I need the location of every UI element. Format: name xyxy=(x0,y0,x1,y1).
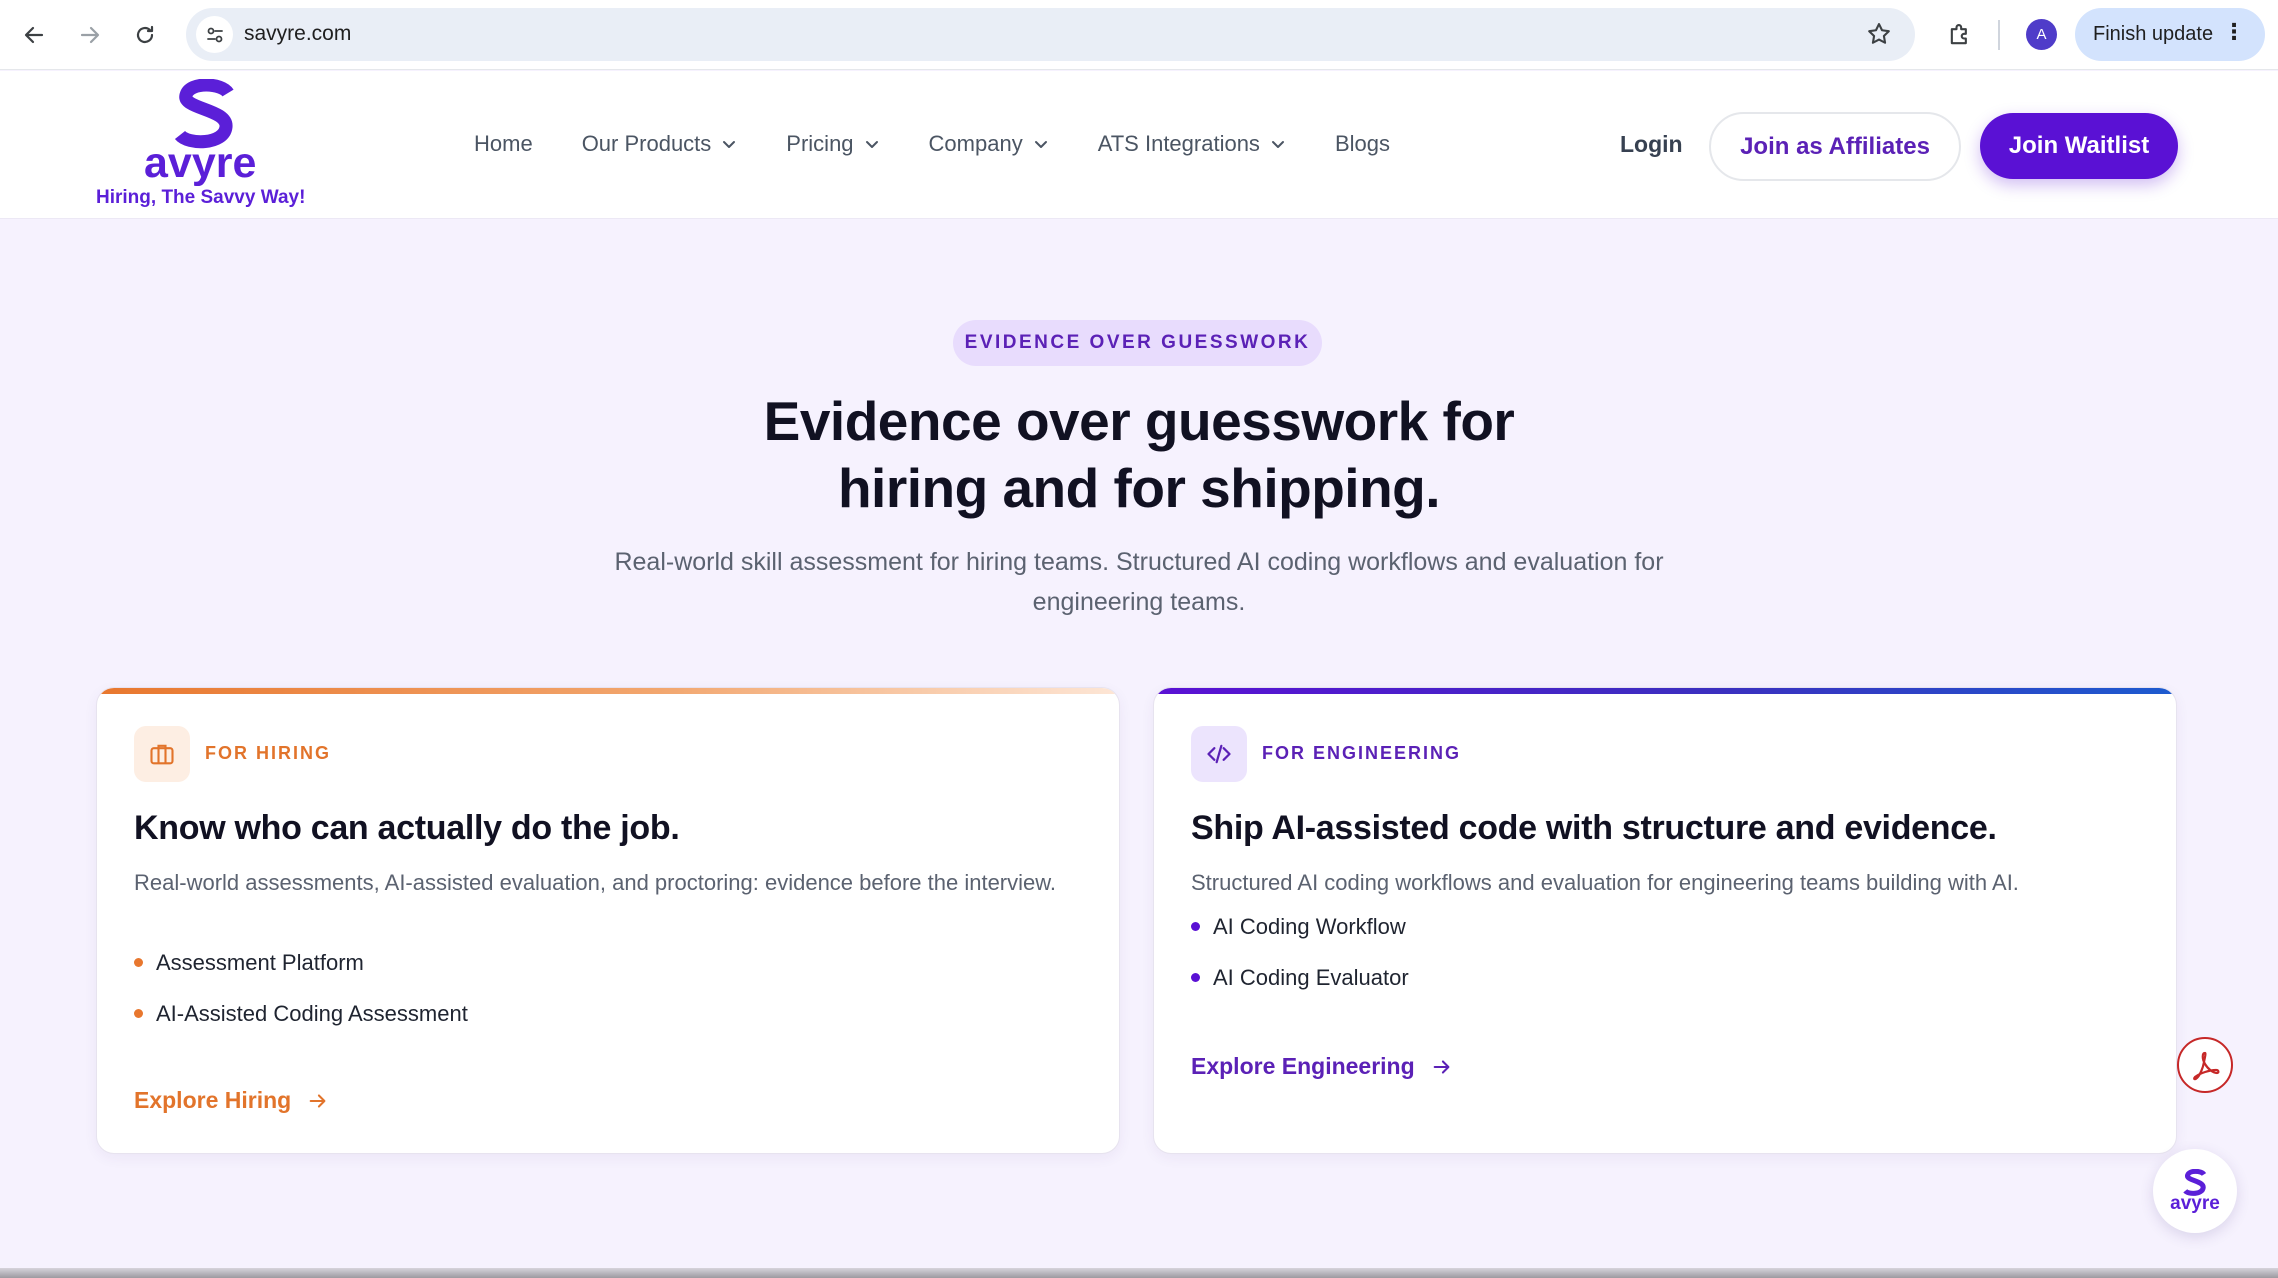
back-button[interactable] xyxy=(14,15,54,55)
chevron-down-icon xyxy=(723,141,736,148)
profile-avatar[interactable]: A xyxy=(2026,19,2057,50)
nav-our-products[interactable]: Our Products xyxy=(582,131,738,157)
nav-our-products-label: Our Products xyxy=(581,131,712,156)
window-bottom-edge xyxy=(0,1268,2278,1278)
join-affiliates-button[interactable]: Join as Affiliates xyxy=(1709,112,1961,181)
pdf-icon xyxy=(2193,1051,2220,1081)
url-text[interactable]: savyre.com xyxy=(244,22,351,46)
site-header: avyre Hiring, The Savvy Way! Home Our Pr… xyxy=(0,71,2278,219)
site-logo[interactable]: avyre Hiring, The Savvy Way! xyxy=(92,79,312,214)
engineering-product-list: AI Coding Workflow AI Coding Evaluator xyxy=(1191,901,1409,1003)
chevron-down-icon xyxy=(1271,141,1284,148)
hiring-kicker: FOR HIRING xyxy=(205,743,331,763)
arrow-left-icon xyxy=(24,26,44,44)
hiring-item-label: Assessment Platform xyxy=(156,949,364,975)
bullet-dot xyxy=(1191,973,1200,982)
engineering-kicker: FOR ENGINEERING xyxy=(1262,743,1462,763)
list-item: Assessment Platform xyxy=(134,937,468,988)
nav-company[interactable]: Company xyxy=(929,131,1049,157)
nav-blogs-label: Blogs xyxy=(1334,131,1390,156)
hero-title-line-2: hiring and for shipping. xyxy=(837,457,1441,519)
pdf-reader-button[interactable] xyxy=(2177,1037,2233,1093)
reload-button[interactable] xyxy=(125,15,165,55)
explore-engineering-link[interactable]: Explore Engineering xyxy=(1191,1053,1453,1080)
hero-subtitle: Real-world skill assessment for hiring t… xyxy=(614,548,1664,616)
hiring-card-description: Real-world assessments, AI-assisted eval… xyxy=(134,870,1057,895)
chat-widget-wordmark: avyre xyxy=(2170,1193,2220,1214)
nav-home[interactable]: Home xyxy=(474,131,533,157)
logo-tagline: Hiring, The Savvy Way! xyxy=(96,187,306,208)
address-bar[interactable]: savyre.com xyxy=(186,8,1915,61)
nav-ats-integrations[interactable]: ATS Integrations xyxy=(1098,131,1286,157)
nav-blogs[interactable]: Blogs xyxy=(1335,131,1390,157)
join-waitlist-button[interactable]: Join Waitlist xyxy=(1980,113,2178,179)
chevron-down-icon xyxy=(865,141,878,148)
puzzle-icon xyxy=(1950,24,1967,45)
toolbar-divider xyxy=(1998,20,2000,50)
reload-icon xyxy=(136,25,154,44)
engineering-card: FOR ENGINEERING Ship AI-assisted code wi… xyxy=(1153,687,2177,1154)
extensions-button[interactable] xyxy=(1940,15,1980,55)
chevron-down-icon xyxy=(1034,141,1047,148)
briefcase-icon xyxy=(134,726,190,782)
arrow-right-icon xyxy=(80,26,100,44)
hiring-item-label: AI-Assisted Coding Assessment xyxy=(156,1000,468,1026)
nav-pricing[interactable]: Pricing xyxy=(786,131,879,157)
engineering-item-label: AI Coding Evaluator xyxy=(1213,964,1409,990)
logo-wordmark: avyre xyxy=(144,139,257,187)
bullet-dot xyxy=(1191,922,1200,931)
arrow-right-icon xyxy=(309,1093,326,1108)
hiring-card: FOR HIRING Know who can actually do the … xyxy=(96,687,1120,1154)
bookmark-star-icon[interactable] xyxy=(1865,20,1893,53)
nav-home-label: Home xyxy=(474,131,533,156)
bullet-dot xyxy=(134,958,143,967)
finish-update-button[interactable]: Finish update ⋮ xyxy=(2075,8,2265,61)
nav-company-label: Company xyxy=(928,131,1023,156)
engineering-card-title: Ship AI-assisted code with structure and… xyxy=(1191,809,1997,847)
hero-eyebrow-badge: EVIDENCE OVER GUESSWORK xyxy=(953,320,1322,366)
list-item: AI-Assisted Coding Assessment xyxy=(134,988,468,1039)
hiring-card-title: Know who can actually do the job. xyxy=(134,809,680,847)
browser-toolbar: savyre.com A Finish update ⋮ xyxy=(0,0,2278,70)
explore-hiring-label: Explore Hiring xyxy=(134,1087,292,1113)
explore-hiring-link[interactable]: Explore Hiring xyxy=(134,1087,329,1114)
hero-title-line-1: Evidence over guesswork for xyxy=(763,390,1515,452)
code-icon xyxy=(1191,726,1247,782)
arrow-right-icon xyxy=(1433,1059,1450,1074)
card-accent-bar xyxy=(97,688,1119,694)
login-link[interactable]: Login xyxy=(1620,131,1683,158)
hero-title: Evidence over guesswork for hiring and f… xyxy=(639,388,1639,522)
finish-update-label: Finish update xyxy=(2093,23,2214,45)
nav-pricing-label: Pricing xyxy=(786,131,854,156)
nav-ats-integrations-label: ATS Integrations xyxy=(1097,131,1260,156)
forward-button[interactable] xyxy=(70,15,110,55)
engineering-card-description: Structured AI coding workflows and evalu… xyxy=(1191,870,2019,895)
card-accent-bar xyxy=(1154,688,2176,694)
more-menu-icon[interactable]: ⋮ xyxy=(2223,21,2245,43)
site-info-icon[interactable] xyxy=(196,16,233,53)
list-item: AI Coding Workflow xyxy=(1191,901,1409,952)
bullet-dot xyxy=(134,1009,143,1018)
hiring-product-list: Assessment Platform AI-Assisted Coding A… xyxy=(134,937,468,1039)
engineering-item-label: AI Coding Workflow xyxy=(1213,913,1406,939)
chat-widget-button[interactable]: avyre xyxy=(2153,1149,2237,1233)
main-navigation: Home Our Products Pricing Company ATS In… xyxy=(474,131,1439,157)
explore-engineering-label: Explore Engineering xyxy=(1191,1053,1415,1079)
list-item: AI Coding Evaluator xyxy=(1191,952,1409,1003)
